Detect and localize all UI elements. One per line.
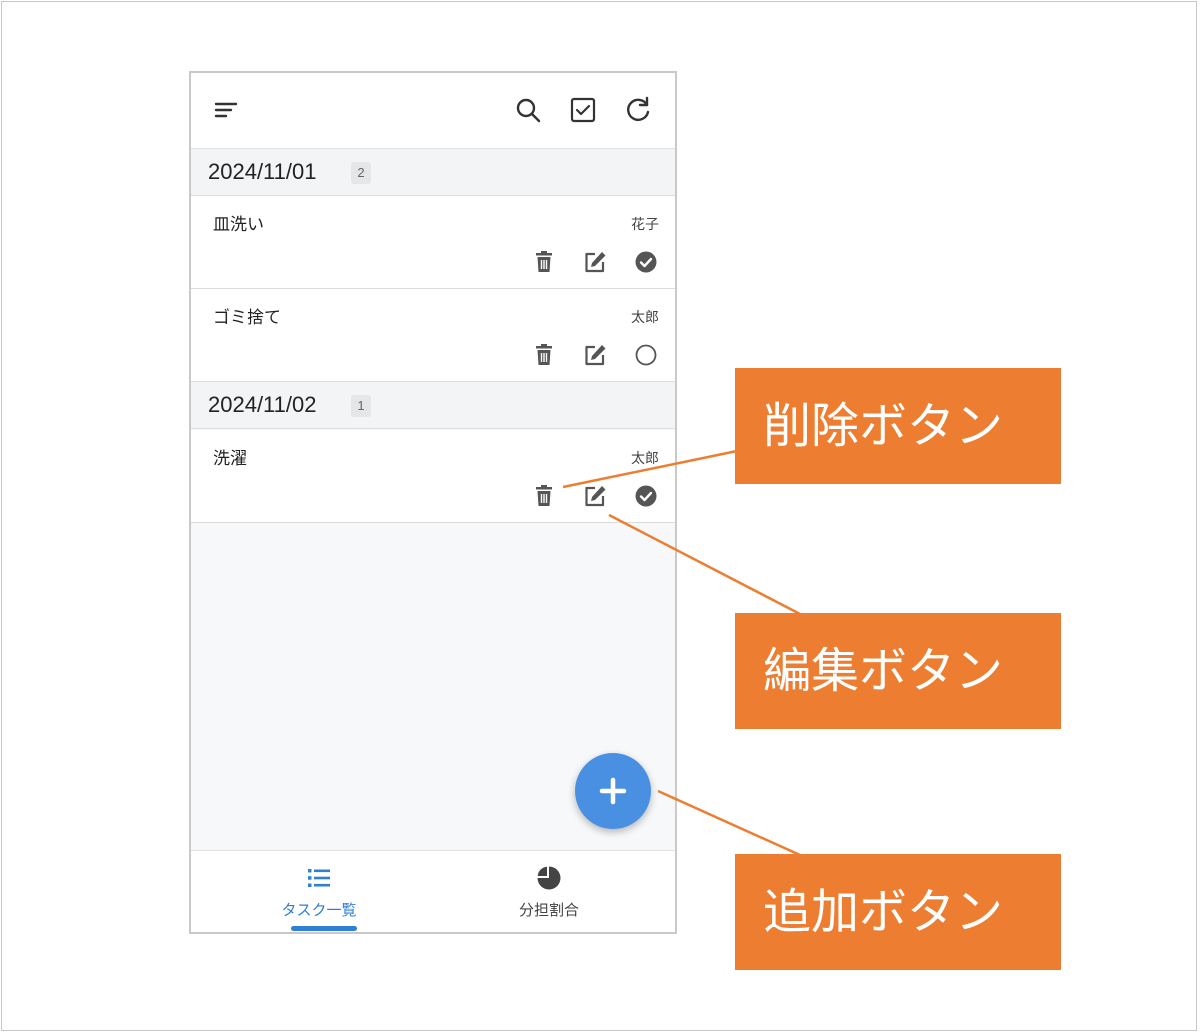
- task-assignee: 太郎: [631, 451, 659, 467]
- trash-icon[interactable]: [532, 484, 556, 508]
- bottom-navigation: タスク一覧 分担割合: [191, 850, 675, 932]
- date-group-header: 2024/11/01 2: [191, 149, 675, 196]
- trash-icon[interactable]: [532, 343, 556, 367]
- check-circle-icon[interactable]: [634, 484, 658, 508]
- task-name: 洗濯: [213, 449, 247, 469]
- task-name: ゴミ捨て: [213, 308, 281, 328]
- task-assignee: 太郎: [631, 310, 659, 326]
- search-icon[interactable]: [513, 95, 543, 125]
- nav-label: 分担割合: [518, 901, 579, 919]
- task-item[interactable]: 洗濯 太郎: [191, 430, 675, 523]
- edit-icon[interactable]: [583, 343, 607, 367]
- edit-icon[interactable]: [583, 484, 607, 508]
- refresh-icon[interactable]: [623, 95, 653, 125]
- group-date: 2024/11/01: [208, 159, 317, 184]
- task-name: 皿洗い: [213, 215, 264, 235]
- phone-screen: 2024/11/01 2 皿洗い 花子 ゴミ捨て 太郎 2024/11/02 1…: [189, 71, 677, 934]
- task-item[interactable]: ゴミ捨て 太郎: [191, 289, 675, 382]
- check-circle-icon[interactable]: [634, 250, 658, 274]
- date-group-header: 2024/11/02 1: [191, 382, 675, 429]
- task-item[interactable]: 皿洗い 花子: [191, 196, 675, 289]
- edit-button-callout: 編集ボタン: [735, 613, 1061, 729]
- nav-label: タスク一覧: [281, 901, 357, 919]
- plus-icon: [599, 777, 627, 805]
- delete-button-callout: 削除ボタン: [735, 368, 1061, 484]
- task-count-badge: 1: [351, 395, 371, 417]
- add-button-callout: 追加ボタン: [735, 854, 1061, 970]
- menu-icon[interactable]: [211, 95, 241, 125]
- list-icon: [308, 869, 330, 887]
- group-date: 2024/11/02: [208, 392, 317, 417]
- nav-tab-share-ratio[interactable]: 分担割合: [428, 851, 670, 932]
- active-tab-indicator: [291, 926, 357, 931]
- empty-circle-icon[interactable]: [634, 343, 658, 367]
- nav-tab-task-list[interactable]: タスク一覧: [198, 851, 440, 932]
- app-bar: [191, 73, 675, 149]
- task-count-badge: 2: [351, 162, 371, 184]
- trash-icon[interactable]: [532, 250, 556, 274]
- checkbox-icon[interactable]: [568, 95, 598, 125]
- add-task-button[interactable]: [575, 753, 651, 829]
- edit-icon[interactable]: [583, 250, 607, 274]
- pie-chart-icon: [537, 866, 561, 890]
- task-assignee: 花子: [631, 217, 659, 233]
